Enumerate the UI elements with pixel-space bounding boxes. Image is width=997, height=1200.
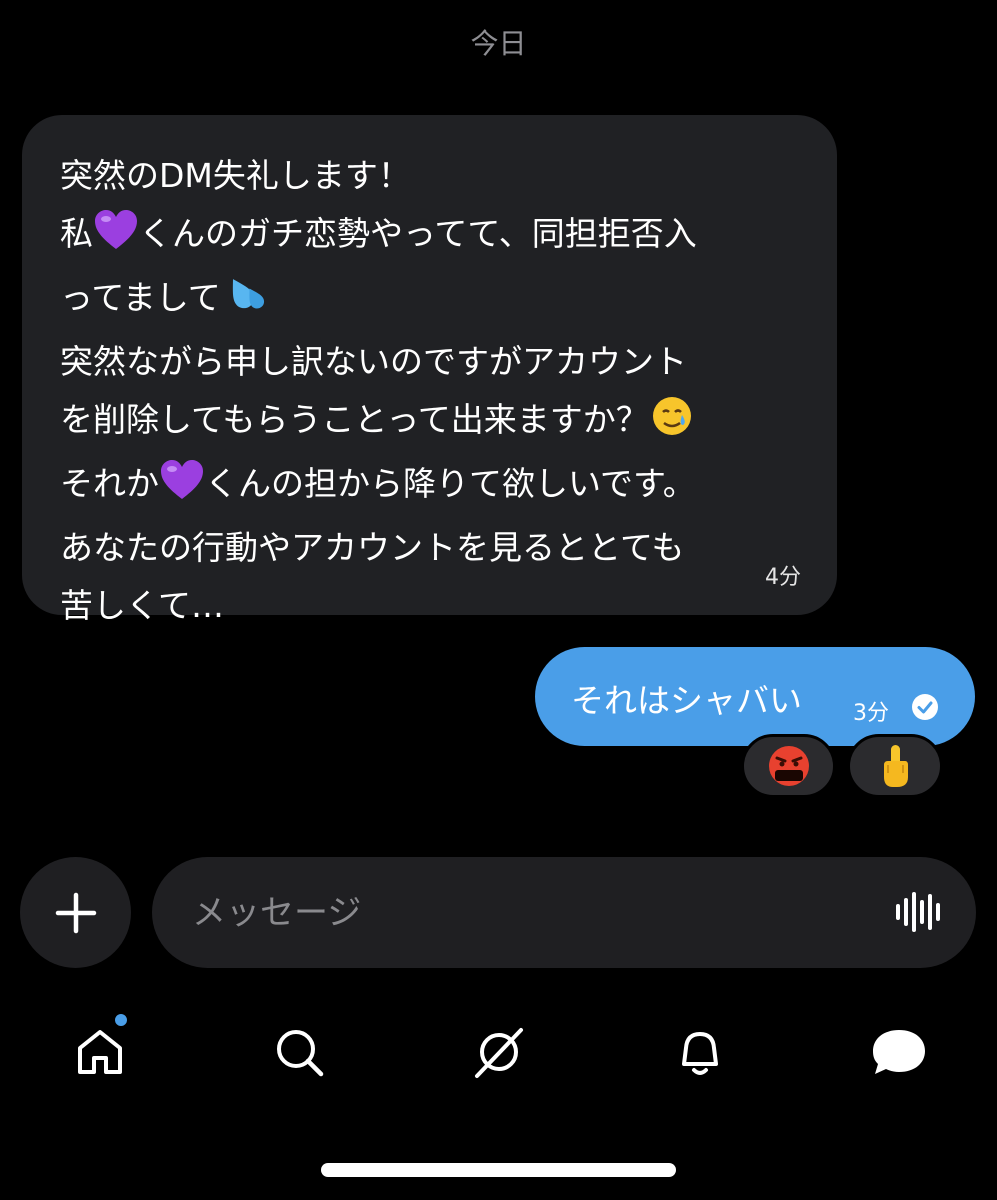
message-line-2: 私くんのガチ恋勢やってて、同担拒否入 [60, 205, 801, 269]
message-line-1: 突然のDM失礼します！ [60, 156, 411, 195]
date-separator: 今日 [470, 27, 527, 60]
search-icon [277, 1030, 324, 1077]
smiling-face-with-tear-icon [649, 395, 695, 455]
message-composer[interactable] [152, 857, 976, 968]
purple-heart-icon [159, 459, 205, 519]
bell-icon [682, 1032, 718, 1075]
face-with-symbols-on-mouth-icon [768, 746, 809, 786]
tab-grok[interactable] [459, 1012, 539, 1092]
reaction-cursing-face[interactable] [741, 734, 836, 798]
plus-icon [55, 892, 96, 933]
message-line-7: あなたの行動やアカウントを見るととても [60, 528, 685, 567]
tab-home[interactable] [60, 1012, 140, 1092]
voice-message-button[interactable] [892, 890, 944, 938]
check-circle-icon [912, 694, 938, 720]
outgoing-timestamp: 3分 [853, 701, 889, 726]
outgoing-message-text: それはシャバい [571, 681, 802, 720]
tab-notifications[interactable] [660, 1012, 740, 1092]
middle-finger-icon [884, 745, 908, 787]
voice-waveform-icon [896, 892, 940, 932]
purple-heart-icon [93, 209, 139, 269]
home-notification-badge [113, 1012, 129, 1028]
incoming-message-text: 突然のDM失礼します！ 私くんのガチ恋勢やってて、同担拒否入 ってまして 突然な… [60, 147, 801, 635]
grok-icon [475, 1028, 523, 1078]
message-line-6: それか くんの担から降りて欲しいです。 [60, 455, 801, 519]
reaction-middle-finger[interactable] [847, 734, 943, 798]
bottom-tab-bar [0, 1012, 997, 1092]
home-indicator[interactable] [321, 1163, 676, 1177]
incoming-message-bubble[interactable]: 突然のDM失礼します！ 私くんのガチ恋勢やってて、同担拒否入 ってまして 突然な… [22, 115, 837, 625]
message-line-5: を削除してもらうことって出来ますか？ [60, 391, 801, 455]
tab-messages[interactable] [859, 1012, 939, 1092]
add-attachment-button[interactable] [20, 857, 131, 968]
sweat-droplets-icon [221, 273, 267, 333]
home-icon [78, 1030, 122, 1074]
message-input[interactable] [192, 885, 872, 940]
message-line-3: ってまして [60, 269, 801, 333]
outgoing-message-bubble[interactable]: それはシャバい 3分 [535, 647, 975, 746]
message-line-8: 苦しくて… [60, 586, 225, 625]
chat-bubble-icon [873, 1030, 925, 1074]
message-line-4: 突然ながら申し訳ないのですがアカウント [60, 342, 687, 381]
incoming-timestamp: 4分 [765, 565, 801, 590]
tab-search[interactable] [259, 1012, 339, 1092]
